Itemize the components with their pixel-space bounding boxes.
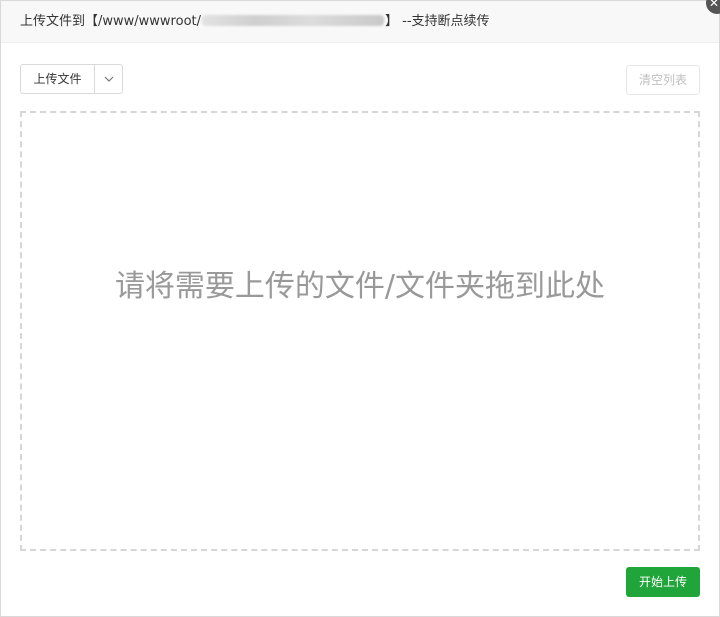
title-prefix: 上传文件到【/www/wwwroot/ [20,14,201,29]
chevron-down-icon [104,76,113,82]
close-icon: ✕ [709,0,720,10]
dropzone-hint: 请将需要上传的文件/文件夹拖到此处 [114,269,606,304]
upload-file-button[interactable]: 上传文件 [21,65,95,93]
clear-list-button[interactable]: 清空列表 [626,65,700,95]
file-dropzone[interactable]: 请将需要上传的文件/文件夹拖到此处 [20,111,700,551]
title-suffix: 】 --支持断点续传 [385,14,490,29]
start-upload-button[interactable]: 开始上传 [626,567,700,597]
upload-button-group: 上传文件 [20,64,123,94]
redacted-path [202,15,384,26]
upload-dialog: 上传文件到【/www/wwwroot/】 --支持断点续传 上传文件 清空列表 … [0,0,720,617]
dialog-titlebar: 上传文件到【/www/wwwroot/ 】 --支持断点续传 [1,1,719,43]
upload-dropdown-toggle[interactable] [95,65,122,93]
dialog-title: 上传文件到【/www/wwwroot/ 】 --支持断点续传 [20,13,490,31]
